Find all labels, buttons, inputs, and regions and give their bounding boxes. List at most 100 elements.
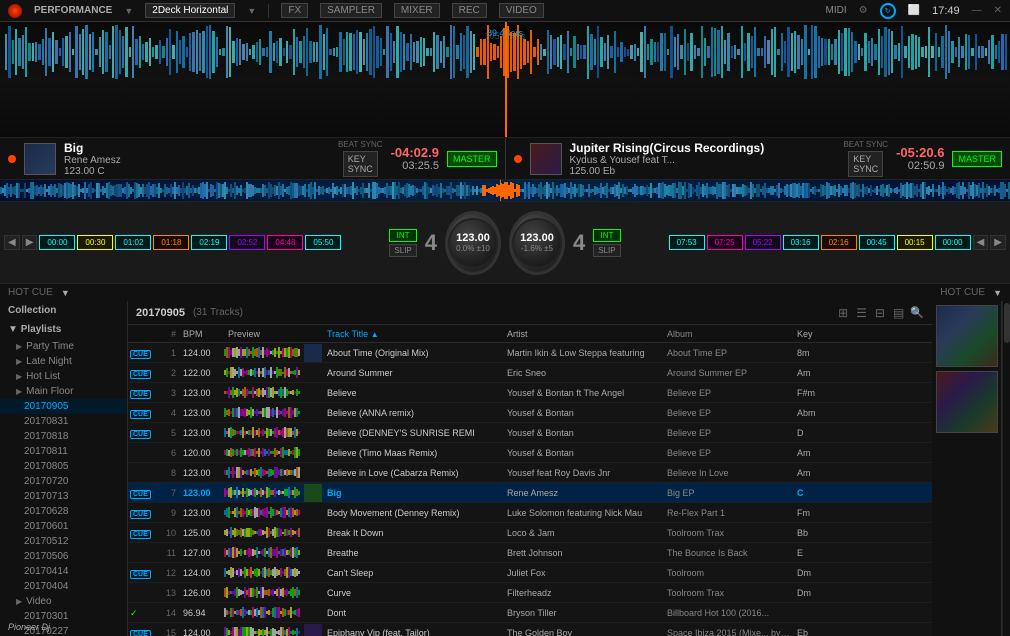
midi-label[interactable]: MIDI [826,5,847,16]
right-scrollbar[interactable] [1002,301,1010,636]
deck-left-prev[interactable]: ◀ [4,235,20,250]
sidebar-item-20170818[interactable]: 20170818 [0,429,127,444]
rec-btn[interactable]: REC [452,3,487,18]
sidebar-item-hot-list[interactable]: ▶ Hot List [0,369,127,384]
col-header-album[interactable]: Album [664,329,794,339]
sidebar-item-20170720[interactable]: 20170720 [0,474,127,489]
sort-list-icon[interactable]: ☰ [854,305,869,321]
col-header-artist[interactable]: Artist [504,329,664,339]
sidebar-item-main-floor[interactable]: ▶ Main Floor [0,384,127,399]
left-tempo-knob[interactable]: 123.00 0.0% ±10 [445,211,501,275]
track-row[interactable]: 13126.00CurveFilterheadzToolroom TraxDm [128,583,932,603]
deck-left-sync[interactable]: MASTER [447,151,497,167]
cue-point[interactable]: 07:25 [707,235,743,250]
col-header-title[interactable]: Track Title ▲ [324,329,504,339]
track-row[interactable]: 11127.00BreatheBrett JohnsonThe Bounce I… [128,543,932,563]
left-slip-btn[interactable]: SLIP [389,244,416,257]
deck-right-prev[interactable]: ◀ [973,235,989,250]
cue-badge[interactable]: CUE [130,390,151,399]
sidebar-playlists[interactable]: ▼ Playlists [0,320,127,339]
track-row[interactable]: ✓1496.94DontBryson TillerBillboard Hot 1… [128,603,932,623]
track-row[interactable]: CUE7123.00BigRene AmeszBig EPC [128,483,932,503]
track-row[interactable]: CUE2122.00Around SummerEric SneoAround S… [128,363,932,383]
settings-icon[interactable]: ⚙ [859,5,868,16]
expand-icon[interactable]: ⬜ [908,5,920,16]
sort-grid-icon[interactable]: ⊞ [836,305,850,321]
track-row[interactable]: 6120.00Believe (Timo Maas Remix)Yousef &… [128,443,932,463]
sampler-btn[interactable]: SAMPLER [320,3,382,18]
track-row[interactable]: CUE15124.00Epiphany Vip (feat. Tailor)Th… [128,623,932,636]
col-header-key[interactable]: Key [794,329,824,339]
minimize-icon[interactable]: — [972,5,982,16]
sidebar-item-20170601[interactable]: 20170601 [0,519,127,534]
cue-badge[interactable]: CUE [130,370,151,379]
waveform-strip-right[interactable] [1000,180,1010,201]
left-int-btn[interactable]: INT [389,229,416,242]
deck-right-next[interactable]: ▶ [990,235,1006,250]
close-icon[interactable]: ✕ [994,5,1002,16]
waveform-strip[interactable] [0,179,1010,201]
col-header-bpm[interactable]: BPM [180,329,224,339]
cue-badge[interactable]: CUE [130,630,151,636]
waveform-strip-left[interactable] [0,180,1000,201]
video-btn[interactable]: VIDEO [499,3,544,18]
sort-detail-icon[interactable]: ▤ [891,305,906,321]
cue-point[interactable]: 00:00 [39,235,75,250]
sidebar-item-20170512[interactable]: 20170512 [0,534,127,549]
sidebar-item-20170905[interactable]: 20170905 [0,399,127,414]
cue-badge[interactable]: CUE [130,430,151,439]
cue-point[interactable]: 05:50 [305,235,341,250]
sidebar-item-20170805[interactable]: 20170805 [0,459,127,474]
sidebar-item-late-night[interactable]: ▶ Late Night [0,354,127,369]
scroll-thumb[interactable] [1004,303,1010,343]
sidebar-item-20170713[interactable]: 20170713 [0,489,127,504]
cue-badge[interactable]: CUE [130,490,151,499]
fx-btn[interactable]: FX [281,3,308,18]
track-row[interactable]: CUE5123.00Believe (DENNEY'S SUNRISE REMI… [128,423,932,443]
cue-badge[interactable]: CUE [130,530,151,539]
layout-btn[interactable]: 2Deck Horizontal [145,3,235,18]
sidebar-item-20170506[interactable]: 20170506 [0,549,127,564]
cue-point[interactable]: 02:52 [229,235,265,250]
cue-badge[interactable]: CUE [130,410,151,419]
track-row[interactable]: CUE9123.00Body Movement (Denney Remix)Lu… [128,503,932,523]
cue-badge[interactable]: CUE [130,570,151,579]
cue-point[interactable]: 02:19 [191,235,227,250]
cue-point[interactable]: 00:15 [897,235,933,250]
cue-point[interactable]: 01:18 [153,235,189,250]
track-table-wrapper[interactable]: CUE1124.00About Time (Original Mix)Marti… [128,343,932,636]
cue-point[interactable]: 00:00 [935,235,971,250]
cue-point[interactable]: 00:30 [77,235,113,250]
mixer-btn[interactable]: MIXER [394,3,440,18]
sort-col-icon[interactable]: ⊟ [873,305,887,321]
cue-point[interactable]: 05:22 [745,235,781,250]
track-row[interactable]: CUE12124.00Can't SleepJuliet FoxToolroom… [128,563,932,583]
sidebar-item-party-time[interactable]: ▶ Party Time [0,339,127,354]
track-row[interactable]: 8123.00Believe in Love (Cabarza Remix)Yo… [128,463,932,483]
sidebar-item-20170831[interactable]: 20170831 [0,414,127,429]
track-row[interactable]: CUE1124.00About Time (Original Mix)Marti… [128,343,932,363]
sidebar-item-video[interactable]: ▶ Video [0,594,127,609]
sidebar-item-20170404[interactable]: 20170404 [0,579,127,594]
right-tempo-knob[interactable]: 123.00 -1.6% ±5 [509,211,565,275]
deck-right-sync[interactable]: MASTER [952,151,1002,167]
cue-badge[interactable]: CUE [130,510,151,519]
search-icon[interactable]: 🔍 [910,306,924,319]
cue-point[interactable]: 02:16 [821,235,857,250]
sidebar-item-20170628[interactable]: 20170628 [0,504,127,519]
sidebar-item-20170414[interactable]: 20170414 [0,564,127,579]
sidebar-collection[interactable]: Collection [0,301,127,320]
sidebar-item-20170811[interactable]: 20170811 [0,444,127,459]
waveform-area[interactable]: 105.4Bars 89.4Bars [0,22,1010,137]
track-row[interactable]: CUE10125.00Break It DownLoco & JamToolro… [128,523,932,543]
cue-point[interactable]: 07:53 [669,235,705,250]
deck-left-next[interactable]: ▶ [22,235,38,250]
cue-badge[interactable]: CUE [130,350,151,359]
hot-cue-dropdown-left[interactable]: ▼ [61,288,70,298]
cue-point[interactable]: 00:45 [859,235,895,250]
track-row[interactable]: CUE3123.00BelieveYousef & Bontan ft The … [128,383,932,403]
track-row[interactable]: CUE4123.00Believe (ANNA remix)Yousef & B… [128,403,932,423]
cue-point[interactable]: 04:48 [267,235,303,250]
hot-cue-dropdown-right[interactable]: ▼ [993,288,1002,298]
cue-point[interactable]: 01:02 [115,235,151,250]
